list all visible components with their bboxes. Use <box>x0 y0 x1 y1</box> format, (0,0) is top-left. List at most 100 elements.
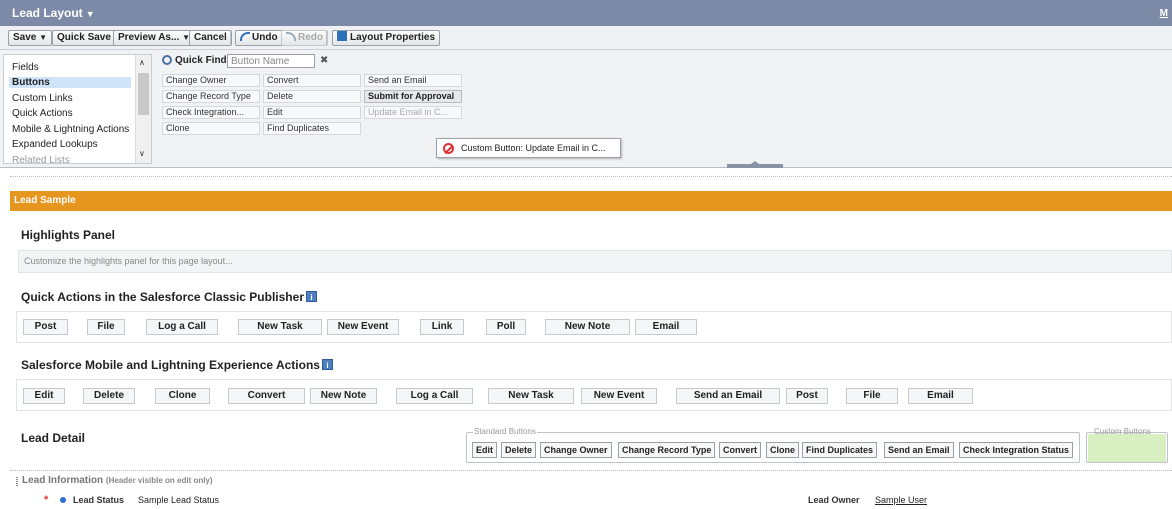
scroll-thumb[interactable] <box>138 73 149 115</box>
field-indicator-icon <box>60 497 66 503</box>
publisher-action-poll[interactable]: Poll <box>486 319 526 335</box>
quick-find-input[interactable] <box>227 54 315 68</box>
mobile-action-edit[interactable]: Edit <box>23 388 65 404</box>
clear-search-icon[interactable]: ✖ <box>320 55 328 66</box>
standard-button-edit[interactable]: Edit <box>472 442 497 458</box>
category-quick-actions[interactable]: Quick Actions <box>12 108 73 119</box>
category-fields[interactable]: Fields <box>12 62 39 73</box>
layout-section-header: Lead Sample <box>10 191 1172 211</box>
search-icon <box>162 55 172 65</box>
mobile-action-email[interactable]: Email <box>908 388 973 404</box>
standard-button-change-owner[interactable]: Change Owner <box>540 442 612 458</box>
cancel-button[interactable]: Cancel <box>189 30 232 46</box>
save-label: Save <box>13 32 37 43</box>
info-icon[interactable]: i <box>305 291 317 302</box>
standard-button-check-integration-status[interactable]: Check Integration Status <box>959 442 1074 458</box>
highlights-panel-title: Highlights Panel <box>21 228 116 242</box>
palette-button-clone[interactable]: Clone <box>162 122 260 135</box>
quick-find-label: Quick Find <box>175 55 227 66</box>
category-expanded-lookups[interactable]: Expanded Lookups <box>12 139 98 150</box>
category-buttons[interactable]: Buttons <box>9 77 131 88</box>
title-bar: Lead Layout ▼ M <box>0 0 1172 26</box>
standard-button-find-duplicates[interactable]: Find Duplicates <box>802 442 878 458</box>
custom-buttons-legend: Custom Buttons <box>1094 427 1151 436</box>
palette-button-send-email[interactable]: Send an Email <box>364 74 462 87</box>
lead-owner-value[interactable]: Sample User <box>875 495 927 505</box>
publisher-action-file[interactable]: File <box>87 319 125 335</box>
undo-icon <box>240 32 250 41</box>
preview-as-label: Preview As... <box>118 32 180 43</box>
standard-button-change-record-type[interactable]: Change Record Type <box>618 442 716 458</box>
publisher-action-log-call[interactable]: Log a Call <box>146 319 218 335</box>
chevron-down-icon: ▼ <box>39 33 48 42</box>
required-icon: * <box>44 494 49 506</box>
standard-button-clone[interactable]: Clone <box>766 442 800 458</box>
mobile-action-new-task[interactable]: New Task <box>488 388 574 404</box>
standard-button-delete[interactable]: Delete <box>501 442 537 458</box>
palette-button-check-integration[interactable]: Check Integration... <box>162 106 260 119</box>
palette-button-edit[interactable]: Edit <box>263 106 361 119</box>
mobile-action-log-call[interactable]: Log a Call <box>396 388 473 404</box>
mobile-action-new-event[interactable]: New Event <box>581 388 657 404</box>
top-right-link[interactable]: M <box>1160 8 1168 19</box>
mobile-action-new-note[interactable]: New Note <box>310 388 377 404</box>
publisher-action-new-note[interactable]: New Note <box>545 319 630 335</box>
toolbar-separator <box>326 31 327 45</box>
lead-owner-label: Lead Owner <box>808 495 860 505</box>
palette-resize-handle[interactable] <box>727 161 783 168</box>
mobile-action-send-email[interactable]: Send an Email <box>676 388 780 404</box>
category-related-lists[interactable]: Related Lists <box>12 155 70 163</box>
quick-save-button[interactable]: Quick Save <box>52 30 116 46</box>
divider <box>10 470 1172 471</box>
toolbar-separator <box>230 31 231 45</box>
drag-handle-icon[interactable] <box>16 477 18 486</box>
lead-status-value[interactable]: Sample Lead Status <box>138 495 219 505</box>
info-icon[interactable]: i <box>321 359 333 370</box>
layout-properties-icon <box>337 31 347 41</box>
standard-button-convert[interactable]: Convert <box>719 442 762 458</box>
mobile-action-convert[interactable]: Convert <box>228 388 305 404</box>
palette-button-change-owner[interactable]: Change Owner <box>162 74 260 87</box>
publisher-action-new-task[interactable]: New Task <box>238 319 322 335</box>
undo-button[interactable]: Undo <box>235 30 283 46</box>
save-button[interactable]: Save ▼ <box>8 30 53 46</box>
not-allowed-icon <box>443 143 454 154</box>
mobile-action-delete[interactable]: Delete <box>83 388 135 404</box>
mobile-action-clone[interactable]: Clone <box>155 388 210 404</box>
palette-button-change-record-type[interactable]: Change Record Type <box>162 90 260 103</box>
scroll-up-icon[interactable]: ∧ <box>139 58 145 67</box>
scroll-down-icon[interactable]: ∨ <box>139 149 145 158</box>
palette-button-delete[interactable]: Delete <box>263 90 361 103</box>
palette-category-list[interactable]: Fields Buttons Custom Links Quick Action… <box>3 54 152 164</box>
lead-information-subtitle: (Header visible on edit only) <box>105 476 213 485</box>
standard-buttons-legend: Standard Buttons <box>473 427 537 436</box>
palette-button-convert[interactable]: Convert <box>263 74 361 87</box>
category-mobile-lightning-actions[interactable]: Mobile & Lightning Actions <box>12 124 129 135</box>
redo-label: Redo <box>298 32 323 43</box>
publisher-action-post[interactable]: Post <box>23 319 68 335</box>
palette-button-update-email[interactable]: Update Email in C... <box>364 106 462 119</box>
palette-button-find-duplicates[interactable]: Find Duplicates <box>263 122 361 135</box>
layout-title: Lead Layout <box>12 6 83 20</box>
mobile-action-file[interactable]: File <box>846 388 898 404</box>
layout-title-menu[interactable]: Lead Layout ▼ <box>12 6 95 20</box>
publisher-action-new-event[interactable]: New Event <box>327 319 399 335</box>
lead-status-label: Lead Status <box>73 495 125 505</box>
redo-button[interactable]: Redo <box>281 30 328 46</box>
publisher-title-text: Quick Actions in the Salesforce Classic … <box>21 290 304 304</box>
layout-properties-button[interactable]: Layout Properties <box>332 30 441 46</box>
category-custom-links[interactable]: Custom Links <box>12 93 73 104</box>
chevron-down-icon: ▼ <box>85 9 95 19</box>
highlights-panel[interactable]: Customize the highlights panel for this … <box>18 250 1172 273</box>
lead-information-section-title[interactable]: Lead Information (Header visible on edit… <box>22 475 213 486</box>
preview-as-button[interactable]: Preview As... ▼ <box>113 30 196 46</box>
divider <box>10 176 1172 177</box>
palette-button-submit-for-approval[interactable]: Submit for Approval <box>364 90 462 103</box>
publisher-title: Quick Actions in the Salesforce Classic … <box>21 290 317 304</box>
mobile-actions-title: Salesforce Mobile and Lightning Experien… <box>21 358 333 372</box>
standard-button-send-email[interactable]: Send an Email <box>884 442 954 458</box>
publisher-action-email[interactable]: Email <box>635 319 697 335</box>
category-scrollbar[interactable]: ∧ ∨ <box>135 55 151 163</box>
publisher-action-link[interactable]: Link <box>420 319 464 335</box>
mobile-action-post[interactable]: Post <box>786 388 828 404</box>
